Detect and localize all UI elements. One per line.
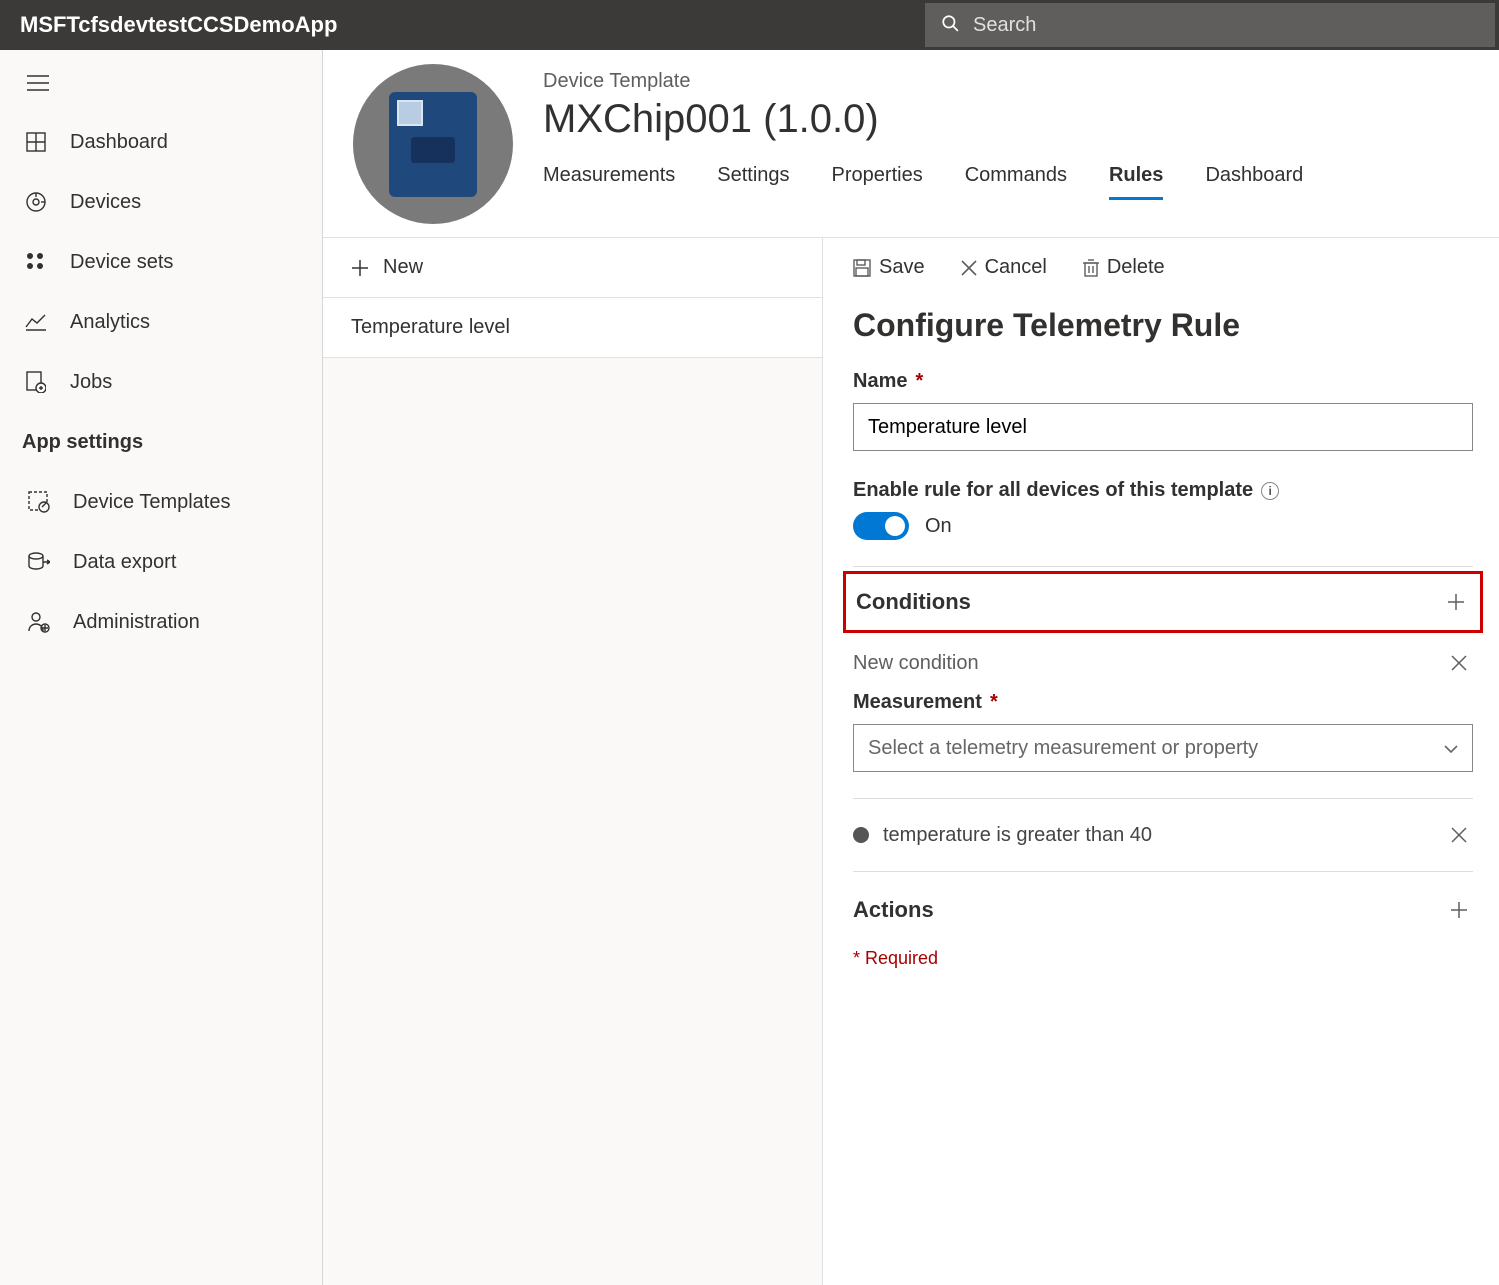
template-header: Device Template MXChip001 (1.0.0) Measur… xyxy=(323,50,1499,238)
toggle-state: On xyxy=(925,515,952,538)
admin-icon xyxy=(25,611,53,633)
tab-settings[interactable]: Settings xyxy=(717,164,789,200)
tab-properties[interactable]: Properties xyxy=(832,164,923,200)
rule-details: Save Cancel Delete Configure Telemetry R… xyxy=(823,238,1499,1285)
conditions-header: Conditions xyxy=(856,589,971,615)
sidebar-item-label: Analytics xyxy=(70,311,150,334)
new-rule-button[interactable]: New xyxy=(323,238,822,298)
sidebar-item-dashboard[interactable]: Dashboard xyxy=(0,112,322,172)
sidebar-item-device-templates[interactable]: Device Templates xyxy=(0,472,322,532)
required-note: * Required xyxy=(853,948,1473,969)
analytics-icon xyxy=(22,313,50,331)
tab-dashboard[interactable]: Dashboard xyxy=(1205,164,1303,200)
add-condition-button[interactable] xyxy=(1442,588,1470,616)
export-icon xyxy=(25,552,53,572)
tab-commands[interactable]: Commands xyxy=(965,164,1067,200)
sidebar-item-label: Dashboard xyxy=(70,131,168,154)
tab-measurements[interactable]: Measurements xyxy=(543,164,675,200)
sidebar-item-label: Device Templates xyxy=(73,491,230,514)
sidebar-item-label: Data export xyxy=(73,551,176,574)
breadcrumb: Device Template xyxy=(543,70,1303,93)
add-action-button[interactable] xyxy=(1445,896,1473,924)
sidebar-item-device-sets[interactable]: Device sets xyxy=(0,232,322,292)
cancel-button[interactable]: Cancel xyxy=(961,256,1047,279)
close-icon xyxy=(961,260,977,276)
remove-new-condition-button[interactable] xyxy=(1445,649,1473,677)
enable-toggle[interactable] xyxy=(853,512,909,540)
tab-rules[interactable]: Rules xyxy=(1109,164,1163,200)
device-sets-icon xyxy=(22,252,50,272)
sidebar: Dashboard Devices Device sets Analytics … xyxy=(0,50,323,1285)
actions-header: Actions xyxy=(853,897,934,923)
remove-condition-button[interactable] xyxy=(1445,821,1473,849)
measurement-select[interactable]: Select a telemetry measurement or proper… xyxy=(853,724,1473,772)
cancel-label: Cancel xyxy=(985,256,1047,279)
measurement-placeholder: Select a telemetry measurement or proper… xyxy=(868,737,1258,760)
chevron-down-icon xyxy=(1444,737,1458,760)
conditions-section-highlight: Conditions xyxy=(843,571,1483,633)
plus-icon xyxy=(1446,592,1466,612)
new-rule-label: New xyxy=(383,256,423,279)
close-icon xyxy=(1451,655,1467,671)
info-icon[interactable]: i xyxy=(1261,482,1279,500)
sidebar-item-label: Device sets xyxy=(70,251,173,274)
delete-button[interactable]: Delete xyxy=(1083,256,1165,279)
devices-icon xyxy=(22,191,50,213)
rule-label: Temperature level xyxy=(351,316,510,339)
template-avatar xyxy=(353,64,513,224)
sidebar-section-header: App settings xyxy=(0,412,322,472)
new-condition-label: New condition xyxy=(853,652,979,675)
plus-icon xyxy=(1449,900,1469,920)
measurement-label: Measurement* xyxy=(853,691,1473,714)
dashboard-icon xyxy=(22,132,50,152)
sidebar-item-label: Jobs xyxy=(70,371,112,394)
chip-icon xyxy=(389,92,477,197)
top-bar: MSFTcfsdevtestCCSDemoApp xyxy=(0,0,1499,50)
save-label: Save xyxy=(879,256,925,279)
close-icon xyxy=(1451,827,1467,843)
sidebar-item-label: Administration xyxy=(73,611,200,634)
name-input[interactable] xyxy=(853,403,1473,451)
rules-pane: New Temperature level xyxy=(323,238,823,1285)
sidebar-item-data-export[interactable]: Data export xyxy=(0,532,322,592)
jobs-icon xyxy=(22,371,50,393)
template-icon xyxy=(25,491,53,513)
search-input[interactable] xyxy=(971,13,1479,38)
save-icon xyxy=(853,259,871,277)
sidebar-item-devices[interactable]: Devices xyxy=(0,172,322,232)
trash-icon xyxy=(1083,259,1099,277)
sidebar-item-jobs[interactable]: Jobs xyxy=(0,352,322,412)
delete-label: Delete xyxy=(1107,256,1165,279)
tabs: Measurements Settings Properties Command… xyxy=(543,164,1303,200)
save-button[interactable]: Save xyxy=(853,256,925,279)
enable-label: Enable rule for all devices of this temp… xyxy=(853,479,1473,502)
existing-condition[interactable]: temperature is greater than 40 xyxy=(883,824,1152,847)
status-dot-icon xyxy=(853,827,869,843)
sidebar-item-administration[interactable]: Administration xyxy=(0,592,322,652)
name-label: Name* xyxy=(853,370,1473,393)
sidebar-item-label: Devices xyxy=(70,191,141,214)
hamburger-button[interactable] xyxy=(10,60,65,106)
search-icon xyxy=(941,14,971,37)
plus-icon xyxy=(351,259,369,277)
rule-row[interactable]: Temperature level xyxy=(323,298,822,358)
template-title: MXChip001 (1.0.0) xyxy=(543,97,1303,142)
page-title: Configure Telemetry Rule xyxy=(853,307,1473,344)
sidebar-item-analytics[interactable]: Analytics xyxy=(0,292,322,352)
app-title: MSFTcfsdevtestCCSDemoApp xyxy=(0,12,357,38)
search-box[interactable] xyxy=(925,3,1495,47)
